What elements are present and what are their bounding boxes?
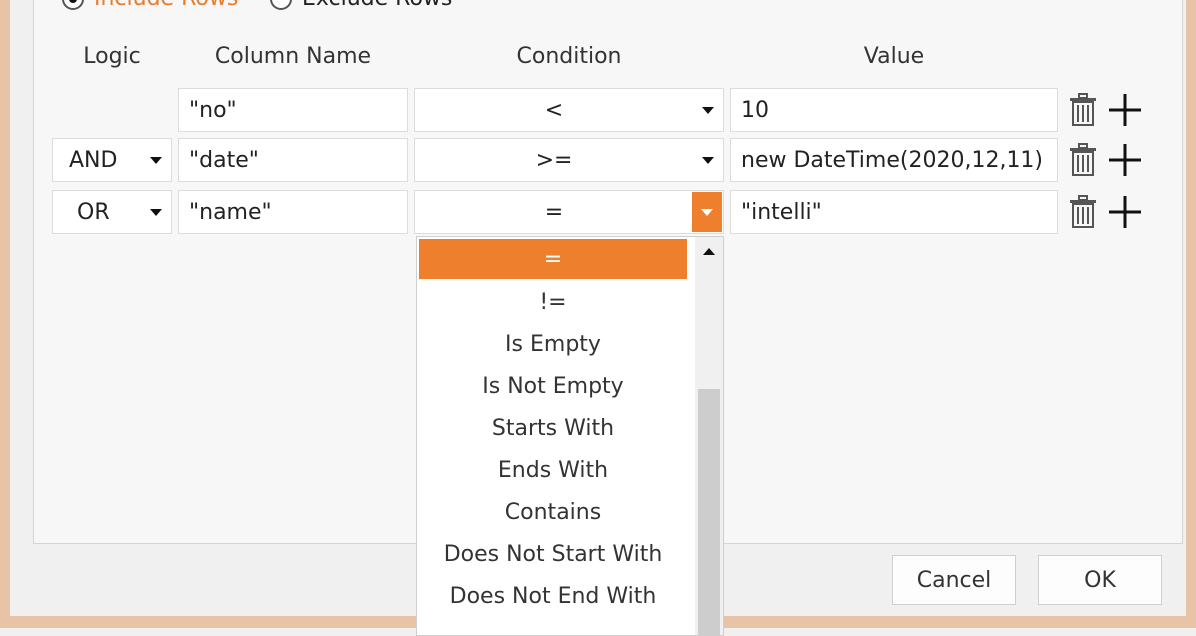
value-input[interactable]: "intelli" [730,190,1058,234]
header-condition: Condition [516,44,622,69]
column-name-text: "name" [189,199,272,225]
plus-icon[interactable] [1108,195,1142,229]
logic-text: OR [77,199,110,225]
logic-select[interactable]: AND [52,138,172,182]
column-name-input[interactable]: "no" [178,88,408,132]
value-input[interactable]: 10 [730,88,1058,132]
scroll-up-icon[interactable] [703,248,715,255]
include-rows-radio[interactable]: Include Rows [62,0,238,11]
dropdown-option[interactable]: Starts With [419,407,687,449]
column-name-input[interactable]: "name" [178,190,408,234]
dropdown-arrow-icon[interactable] [693,139,723,181]
plus-icon[interactable] [1108,143,1142,177]
exclude-rows-radio[interactable]: Exclude Rows [270,0,452,11]
scrollbar-thumb[interactable] [698,389,720,635]
condition-dropdown-list: = != Is Empty Is Not Empty Starts With E… [416,236,724,636]
value-input[interactable]: new DateTime(2020,12,11) [730,138,1058,182]
column-name-text: "date" [189,147,259,173]
header-logic: Logic [83,44,141,69]
logic-text: AND [69,147,118,173]
dropdown-option[interactable]: Is Empty [419,323,687,365]
column-name-input[interactable]: "date" [178,138,408,182]
dropdown-arrow-icon[interactable] [141,191,171,233]
condition-select[interactable]: >= [414,138,724,182]
radio-unchecked-icon [270,0,292,10]
dropdown-scrollbar[interactable] [695,237,723,635]
dropdown-option[interactable]: Does Not End With [419,575,687,617]
exclude-rows-label: Exclude Rows [302,0,452,11]
header-value: Value [863,44,925,69]
condition-select[interactable]: = [414,190,724,234]
condition-text: = [544,199,564,225]
condition-select[interactable]: < [414,88,724,132]
cancel-button[interactable]: Cancel [892,555,1016,605]
trash-icon[interactable] [1068,195,1098,229]
trash-icon[interactable] [1068,93,1098,127]
condition-text: >= [535,147,573,173]
dropdown-arrow-icon[interactable] [141,139,171,181]
dropdown-arrow-icon[interactable] [692,192,722,232]
logic-select[interactable]: OR [52,190,172,234]
header-column-name: Column Name [214,44,372,69]
dropdown-option[interactable]: = [419,239,687,279]
dropdown-option[interactable]: Contains [419,491,687,533]
column-name-text: "no" [189,97,237,123]
trash-icon[interactable] [1068,143,1098,177]
plus-icon[interactable] [1108,93,1142,127]
condition-text: < [544,97,564,123]
value-text: 10 [741,97,769,123]
value-text: "intelli" [741,199,822,225]
dropdown-option[interactable]: Does Not Start With [419,533,687,575]
radio-checked-icon [62,0,84,10]
dropdown-option[interactable]: Is Not Empty [419,365,687,407]
dropdown-option[interactable]: Ends With [419,449,687,491]
include-rows-label: Include Rows [94,0,238,11]
dropdown-arrow-icon[interactable] [693,89,723,131]
dropdown-option[interactable]: != [419,281,687,323]
value-text: new DateTime(2020,12,11) [741,147,1044,173]
ok-button[interactable]: OK [1038,555,1162,605]
